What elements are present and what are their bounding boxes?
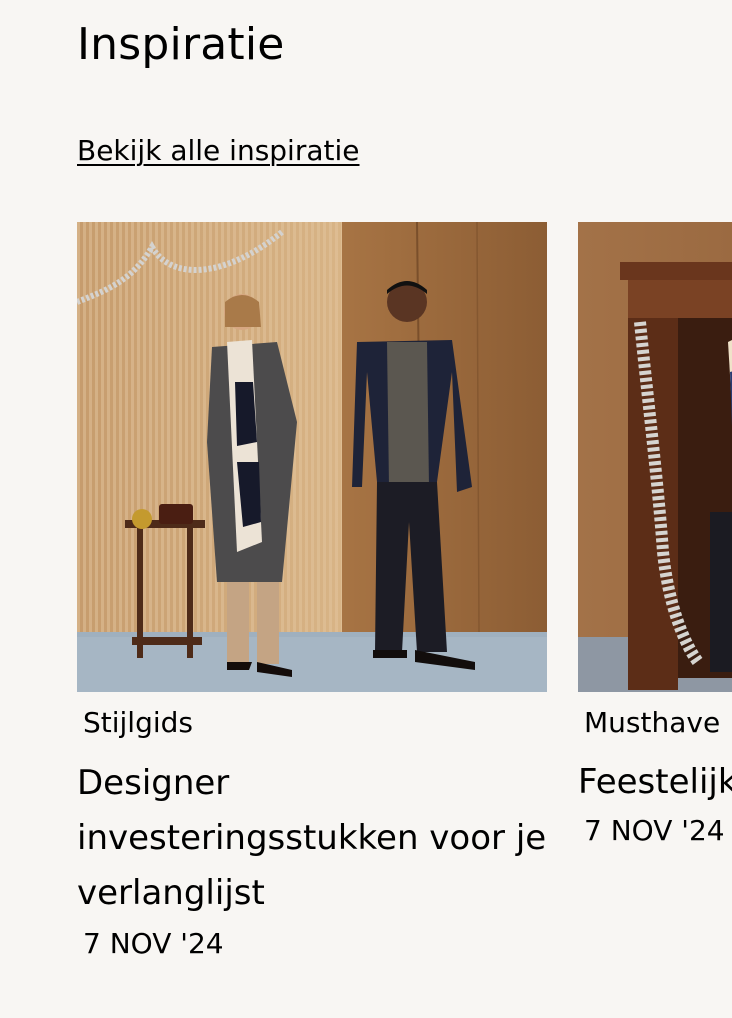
card-image[interactable] (578, 222, 732, 692)
inspiration-card[interactable]: Stijlgids Designer investeringsstukken v… (77, 222, 547, 963)
card-title[interactable]: Feestelijk (578, 760, 732, 804)
inspiration-page: Inspiratie Bekijk alle inspiratie Stijlg… (0, 0, 732, 1018)
card-date: 7 NOV '24 (83, 927, 224, 960)
card-category: Stijlgids (83, 706, 194, 739)
inspiration-card[interactable]: Musthave Feestelijk 7 NOV '24 (578, 222, 732, 850)
card-category: Musthave (584, 706, 721, 739)
card-date: 7 NOV '24 (584, 814, 725, 847)
inspiration-carousel[interactable]: Stijlgids Designer investeringsstukken v… (0, 0, 732, 1018)
card-image[interactable] (77, 222, 547, 692)
card-title[interactable]: Designer investeringsstukken voor je ver… (77, 756, 547, 921)
